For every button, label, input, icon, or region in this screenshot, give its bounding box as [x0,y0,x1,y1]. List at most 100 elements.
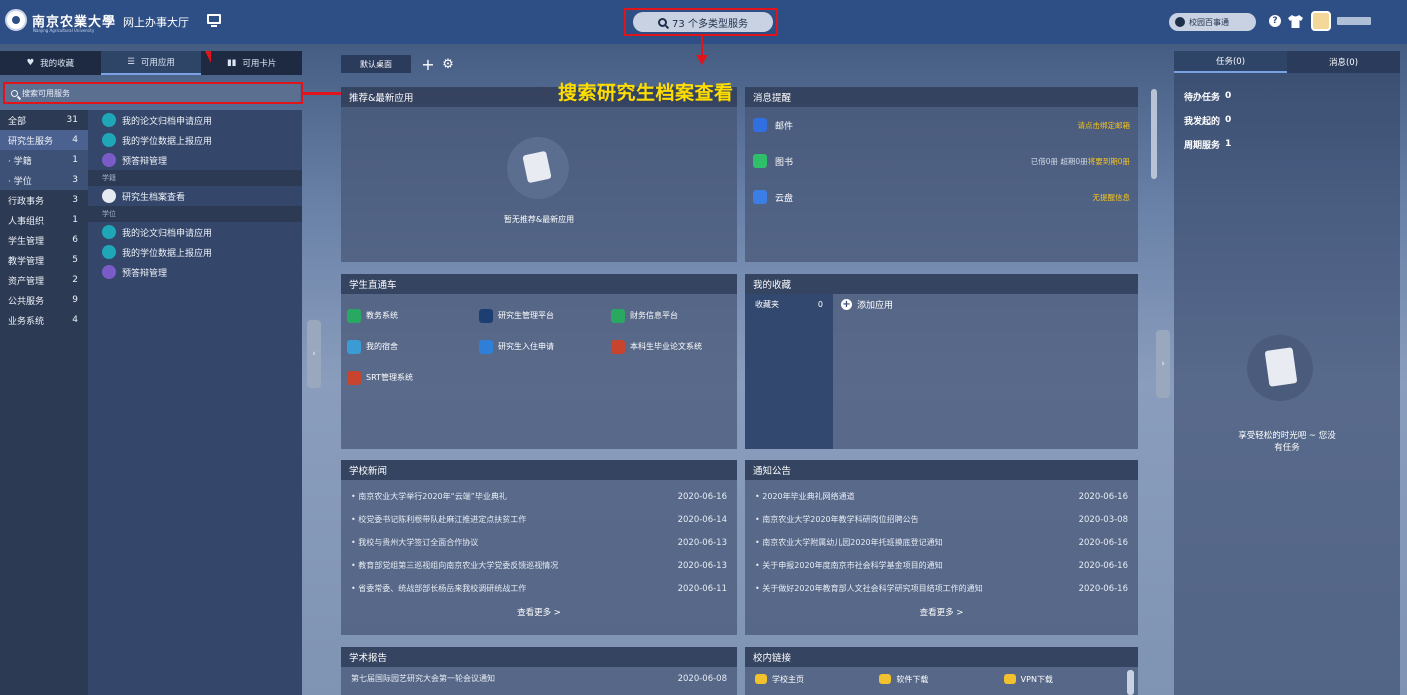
favorites-folder-label: 收藏夹 [755,299,779,309]
category-item[interactable]: 业务系统 4 [0,310,88,330]
user-name-redacted[interactable] [1337,17,1371,25]
news-row[interactable]: • 校党委书记陈利根带队赴麻江推进定点扶贫工作 2020-06-14 [341,508,737,531]
gear-icon[interactable]: ⚙ [440,55,456,73]
notice-row[interactable]: • 南京农业大学2020年教学科研岗位招聘公告 2020-03-08 [745,508,1138,531]
notice-row[interactable]: • 南京农业大学附属幼儿园2020年托班摸底登记通知 2020-06-16 [745,531,1138,554]
app-item[interactable]: 研究生档案查看 [88,186,302,206]
add-app-button[interactable]: + 添加应用 [833,294,893,314]
message-status-extra[interactable]: 将要到期0册 [1088,156,1130,167]
collapse-right-button[interactable]: › [1156,330,1170,398]
links-scrollbar[interactable] [1127,670,1134,695]
skin-shirt-icon[interactable] [1287,13,1303,29]
tab-tasks[interactable]: 任务(0) [1174,51,1287,73]
category-item[interactable]: 全部 31 [0,110,88,130]
task-row[interactable]: 我发起的 0 [1174,108,1400,132]
notice-row[interactable]: • 关于做好2020年教育部人文社会科学研究项目结项工作的通知 2020-06-1… [745,577,1138,600]
right-tabs: 任务(0) 消息(0) [1174,51,1400,73]
campus-link-label: 学校主页 [772,674,804,684]
no-task-text-1: 享受轻松的时光吧 ~ 您没 [1238,431,1336,441]
tab-messages[interactable]: 消息(0) [1287,51,1400,73]
app-group-header: 学籍 [88,170,302,186]
main-scrollbar[interactable] [1151,89,1157,179]
app-item[interactable]: 我的学位数据上报应用 [88,130,302,150]
task-row[interactable]: 待办任务 0 [1174,84,1400,108]
notice-row[interactable]: • 2020年毕业典礼网络通道 2020-06-16 [745,485,1138,508]
app-label: 我的学位数据上报应用 [122,136,213,147]
tab-available-apps[interactable]: ☰ 可用应用 [100,51,202,75]
category-item[interactable]: 学生管理 6 [0,230,88,250]
report-row[interactable]: 第七届国际园艺研究大会第一轮会议通知 2020-06-08 [341,667,737,690]
bus-link[interactable]: SRT管理系统 [347,362,479,393]
assistant-icon [1175,17,1185,27]
app-item[interactable]: 预答辩管理 [88,150,302,170]
campus-link[interactable]: VPN下载 [1003,672,1128,686]
task-row[interactable]: 周期服务 1 [1174,132,1400,156]
category-item[interactable]: 研究生服务 4 [0,130,88,150]
collapse-left-button[interactable]: ‹ [307,320,321,388]
category-item[interactable]: 资产管理 2 [0,270,88,290]
campus-link-label: VPN下载 [1020,674,1053,684]
app-label: 预答辩管理 [122,156,168,167]
tab-default-desktop[interactable]: 默认桌面 [341,55,411,73]
notice-more-link[interactable]: 查看更多 > [745,600,1138,618]
app-avatar-icon [102,265,116,279]
app-item[interactable]: 预答辩管理 [88,262,302,282]
bus-link[interactable]: 研究生入住申请 [479,331,611,362]
news-row[interactable]: • 我校与贵州大学签订全面合作协议 2020-06-13 [341,531,737,554]
app-item[interactable]: 我的论文归档申请应用 [88,110,302,130]
message-row[interactable]: 邮件 请点击绑定邮箱 [745,107,1138,143]
message-status[interactable]: 无提醒信息 [1093,192,1131,203]
app-item[interactable]: 我的论文归档申请应用 [88,222,302,242]
news-row-date: 2020-06-16 [677,491,727,502]
news-more-link[interactable]: 查看更多 > [341,600,737,618]
category-count: 31 [66,115,78,125]
bus-link[interactable]: 我的宿舍 [347,331,479,362]
tab-available-cards[interactable]: ▮▮ 可用卡片 [201,51,302,75]
school-name-en: Nanjing Agricultural University [33,28,95,33]
university-logo[interactable] [5,9,27,31]
category-count: 4 [72,135,78,145]
user-avatar[interactable] [1311,11,1331,31]
category-item[interactable]: · 学位 3 [0,170,88,190]
campus-link[interactable]: 学校主页 [755,672,879,686]
left-tabs: ♥ 我的收藏 ☰ 可用应用 ▮▮ 可用卡片 [0,51,302,75]
tab-corner-marker [205,51,211,63]
campus-link[interactable]: 软件下载 [879,672,1003,686]
message-status[interactable]: 请点击绑定邮箱 [1078,120,1131,131]
app-avatar-icon [102,225,116,239]
notice-row-title: 关于申报2020年度南京市社会科学基金项目的通知 [762,561,943,570]
campus-assistant-button[interactable]: 校园百事通 [1169,13,1256,31]
system-icon [347,308,361,323]
task-label: 待办任务 [1184,92,1221,103]
category-item[interactable]: 公共服务 9 [0,290,88,310]
bus-link[interactable]: 财务信息平台 [611,300,743,331]
add-desktop-icon[interactable]: + [419,55,437,74]
bus-link-label: 研究生管理平台 [498,311,554,320]
notice-row[interactable]: • 关于申报2020年度南京市社会科学基金项目的通知 2020-06-16 [745,554,1138,577]
bus-link[interactable]: 教务系统 [347,300,479,331]
tab-favorites[interactable]: ♥ 我的收藏 [0,51,101,75]
app-group-header: 学位 [88,206,302,222]
bus-link[interactable]: 本科生毕业论文系统 [611,331,743,362]
help-icon[interactable]: ? [1267,13,1283,29]
message-row[interactable]: 云盘 无提醒信息 [745,179,1138,215]
bus-link[interactable]: 研究生管理平台 [479,300,611,331]
news-row[interactable]: • 南京农业大学举行2020年“云端”毕业典礼 2020-06-16 [341,485,737,508]
notice-card: 通知公告 • 2020年毕业典礼网络通道 2020-06-16 • 南京农业大学20… [745,460,1138,635]
recommend-card: 推荐&最新应用 暂无推荐&最新应用 [341,87,737,262]
monitor-icon[interactable] [207,14,221,27]
news-row[interactable]: • 教育部党组第三巡视组向南京农业大学党委反馈巡视情况 2020-06-13 [341,554,737,577]
category-item[interactable]: 行政事务 3 [0,190,88,210]
favorites-folder[interactable]: 收藏夹 0 [745,294,833,314]
category-label: 教学管理 [8,256,45,267]
news-row[interactable]: • 省委常委、统战部部长杨岳来我校调研统战工作 2020-06-11 [341,577,737,600]
app-item[interactable]: 我的学位数据上报应用 [88,242,302,262]
notice-row-title: 南京农业大学2020年教学科研岗位招聘公告 [762,515,919,524]
highlight-box-app-search [3,82,303,104]
category-item[interactable]: · 学籍 1 [0,150,88,170]
category-item[interactable]: 教学管理 5 [0,250,88,270]
message-row[interactable]: 图书 已借0册 超期0册 将要到期0册 [745,143,1138,179]
category-item[interactable]: 人事组织 1 [0,210,88,230]
message-label: 邮件 [775,121,794,132]
bus-link-label: 教务系统 [366,311,398,320]
